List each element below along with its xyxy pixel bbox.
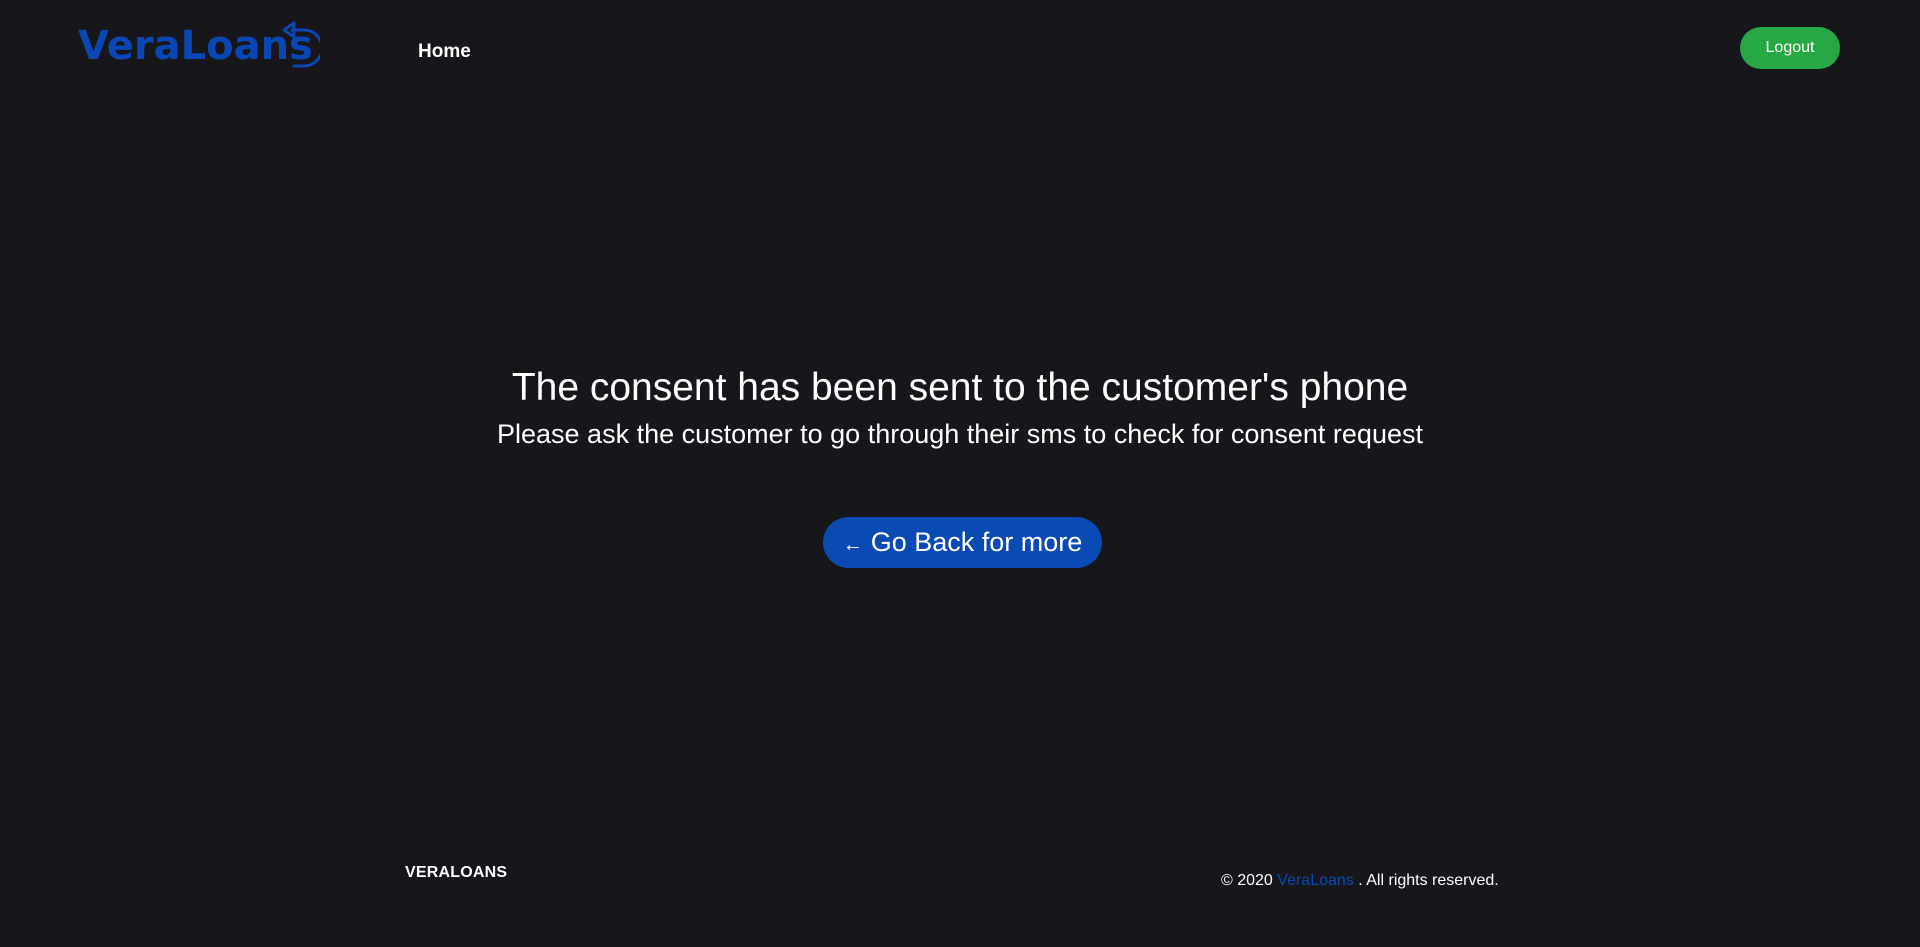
- footer-copyright: © 2020 VeraLoans . All rights reserved.: [1221, 872, 1499, 890]
- page-subtitle: Please ask the customer to go through th…: [497, 418, 1423, 449]
- copyright-suffix: . All rights reserved.: [1358, 872, 1499, 889]
- main-content: The consent has been sent to the custome…: [0, 365, 1920, 450]
- page-title: The consent has been sent to the custome…: [511, 366, 1409, 409]
- go-back-button-label: Go Back for more: [870, 527, 1083, 557]
- logo-refresh-arrow-icon: [282, 21, 320, 68]
- logo[interactable]: VeraLoans: [78, 20, 328, 72]
- arrow-left-icon: ←: [842, 533, 863, 556]
- header: VeraLoans Home Logout: [0, 0, 1920, 100]
- nav-home-link[interactable]: Home: [418, 41, 471, 63]
- logout-button[interactable]: Logout: [1740, 27, 1840, 69]
- footer-brand: VERALOANS: [405, 864, 508, 881]
- go-back-button[interactable]: ← Go Back for more: [823, 517, 1102, 568]
- copyright-brand-link[interactable]: VeraLoans: [1277, 872, 1354, 889]
- copyright-prefix: © 2020: [1221, 872, 1273, 889]
- page: VeraLoans Home Logout The consent has be…: [0, 0, 1920, 947]
